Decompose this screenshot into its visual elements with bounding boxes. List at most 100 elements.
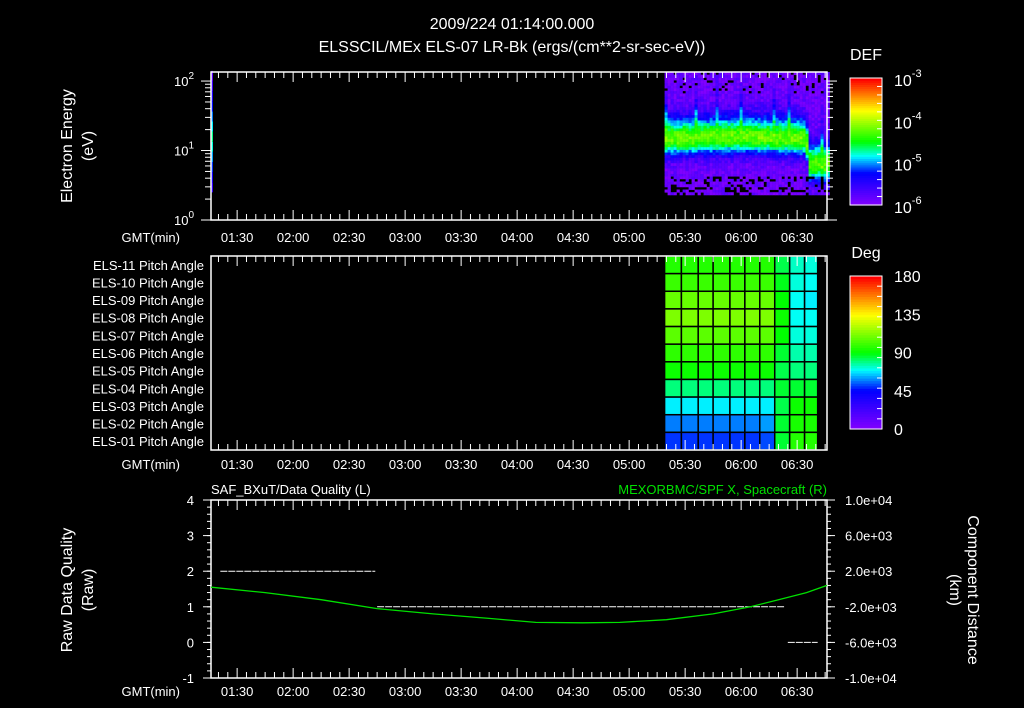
spectrogram-cell [778,165,782,169]
spectrogram-cell [709,85,713,89]
spectrogram-cell [703,176,707,180]
spectrogram-cell [670,80,674,84]
spectrogram-cell [673,173,677,177]
spectrogram-cell [751,88,755,92]
spectrogram-cell [808,117,812,121]
pitch-angle-cell [759,272,776,293]
spectrogram-cell [688,101,692,105]
spectrogram-cell [739,149,743,153]
spectrogram-cell [808,120,812,124]
spectrogram-cell [685,77,689,81]
spectrogram-cell [745,109,749,113]
spectrogram-cell [715,154,719,158]
spectrogram-cell [757,141,761,145]
spectrogram-cell [796,141,800,145]
spectrogram-cell [763,104,767,108]
spectrogram-cell [805,152,809,156]
spectrogram-cell [688,96,692,100]
spectrogram-cell [751,109,755,113]
spectrogram-cell [796,178,800,182]
spectrogram-cell [793,192,797,196]
spectrogram-cell [748,114,752,118]
spectrogram-cell [772,80,776,84]
spectrogram-cell [697,125,701,129]
spectrogram-cell [706,144,710,148]
spectrogram-cell [751,96,755,100]
spectrogram-cell [787,136,791,140]
spectrogram-cell [808,77,812,81]
spectrogram-cell [814,154,818,158]
spectrogram-cell [769,106,773,110]
spectrogram-cell [820,149,824,153]
spectrogram-cell [802,112,806,116]
spectrogram-cell [685,130,689,134]
spectrogram-cell [682,109,686,113]
spectrogram-cell [751,170,755,174]
energy-tick-label: 102 [174,71,194,89]
spectrogram-cell [802,90,806,94]
spectrogram-cell [799,138,803,142]
spectrogram-cell [679,104,683,108]
spectrogram-cell [772,93,776,97]
spectrogram-cell [802,154,806,158]
spectrogram-cell [784,184,788,188]
spectrogram-cell [787,98,791,102]
spectrogram-cell [754,168,758,172]
spectrogram-cell [757,189,761,193]
spectrogram-cell [739,82,743,86]
spectrogram-cell [679,101,683,105]
spectrogram-cell [727,149,731,153]
spectrogram-cell [757,144,761,148]
distance-axis-label: Component Distance [964,515,981,665]
time-tick-label: 04:00 [501,230,534,245]
spectrogram-cell [712,120,716,124]
spectrogram-cell [751,128,755,132]
spectrogram-cell [775,117,779,121]
spectrogram-cell [769,160,773,164]
spectrogram-cell [748,181,752,185]
spectrogram-cell [754,80,758,84]
spectrogram-cell [718,130,722,134]
spectrogram-cell [745,98,749,102]
spectrogram-cell [742,152,746,156]
spectrogram-cell [712,112,716,116]
pitch-angle-cell [744,343,761,363]
spectrogram-cell [688,112,692,116]
spectrogram-cell [730,146,734,150]
spectrogram-cell [676,157,680,161]
spectrogram-cell [778,146,782,150]
spectrogram-cell [775,165,779,169]
spectrogram-cell [676,165,680,169]
spectrogram-cell [682,117,686,121]
spectrogram-cell [733,125,737,129]
time-tick-label: 03:00 [389,230,422,245]
spectrogram-cell [673,133,677,137]
spectrogram-cell [742,141,746,145]
spectrogram-cell [730,170,734,174]
spectrogram-cell [709,120,713,124]
spectrogram-cell [742,157,746,161]
spectrogram-cell [694,162,698,166]
spectrogram-cell [793,186,797,190]
spectrogram-cell [700,117,704,121]
spectrogram-cell [709,173,713,177]
spectrogram-cell [694,96,698,100]
spectrogram-cell [817,162,821,166]
spectrogram-cell [727,120,731,124]
spectrogram-cell [712,165,716,169]
spectrogram-cell [748,165,752,169]
spectrogram-cell [664,85,668,89]
spectrogram-cell [676,120,680,124]
spectrogram-cell [787,109,791,113]
spectrogram-cell [730,162,734,166]
spectrogram-cell [787,125,791,129]
spectrogram-cell [772,106,776,110]
pitch-angle-cell [759,343,776,363]
spectrogram-cell [778,157,782,161]
spectrogram-cell [784,88,788,92]
spectrogram-cell [676,181,680,185]
spectrogram-cell [685,176,689,180]
spectrogram-cell [715,90,719,94]
spectrogram-cell [808,152,812,156]
spectrogram-cell [802,152,806,156]
